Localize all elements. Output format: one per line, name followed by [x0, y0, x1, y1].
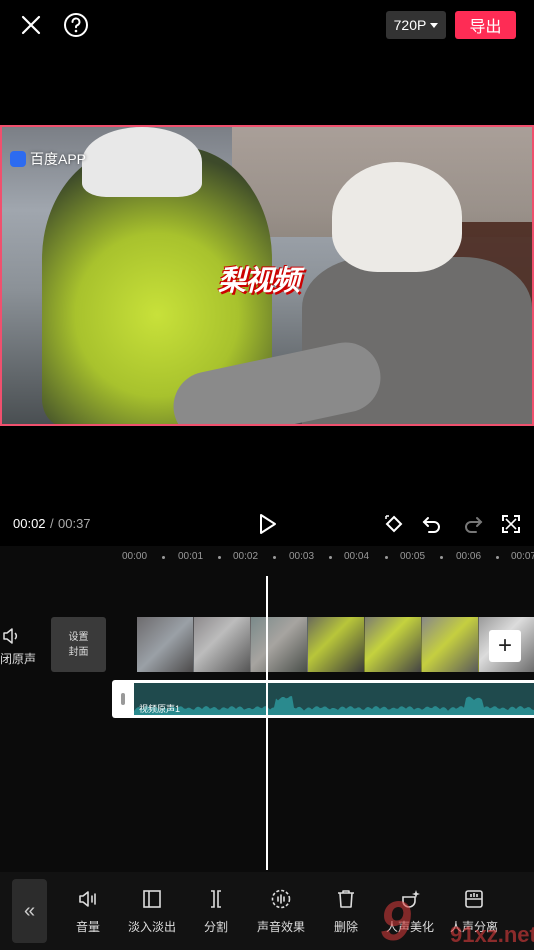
time-ruler[interactable]: 00:00 00:01 00:02 00:03 00:04 00:05 00:0…: [0, 546, 534, 570]
ruler-tick: 00:00: [122, 551, 148, 562]
tool-label: 删除: [333, 920, 358, 934]
ruler-dot: [273, 556, 276, 559]
cover-label-line1: 设置: [68, 631, 89, 643]
tool-label: 音量: [75, 920, 100, 934]
tool-sound-effect[interactable]: 声音效果: [252, 888, 310, 938]
tool-label: 声音效果: [256, 920, 305, 934]
ruler-dot: [496, 556, 499, 559]
bottom-toolbar: « 音量 淡入淡出 分割 声音效果 删除 人声美化 人声分离: [0, 872, 534, 950]
help-icon[interactable]: [63, 12, 89, 38]
set-cover-button[interactable]: 设置 封面: [51, 617, 106, 672]
video-thumbnail: [194, 617, 251, 672]
top-bar: 720P 导出: [0, 0, 534, 52]
export-button[interactable]: 导出: [455, 11, 516, 39]
resolution-dropdown[interactable]: 720P: [386, 11, 446, 39]
ruler-dot: [385, 556, 388, 559]
ruler-dot: [162, 556, 165, 559]
video-track[interactable]: [137, 617, 534, 672]
audio-trim-handle[interactable]: [121, 693, 125, 705]
voice-separate-icon: [465, 890, 483, 908]
volume-icon: [79, 891, 96, 907]
redo-icon[interactable]: [462, 513, 484, 535]
video-preview[interactable]: 百度APP 梨视频: [0, 125, 534, 426]
collapse-button[interactable]: «: [12, 879, 47, 943]
ruler-dot: [329, 556, 332, 559]
baidu-watermark: 百度APP: [10, 149, 86, 169]
ruler-tick: 00:05: [400, 551, 426, 562]
time-separator: /: [50, 516, 54, 531]
tool-voice-separate[interactable]: 人声分离: [445, 888, 503, 938]
audio-waveform: [134, 696, 534, 715]
total-time: 00:37: [58, 516, 91, 531]
fullscreen-icon[interactable]: [500, 513, 522, 535]
video-thumbnail: [137, 617, 194, 672]
tool-delete[interactable]: 删除: [317, 888, 375, 938]
cover-label-line2: 封面: [68, 646, 89, 658]
video-thumbnail: [308, 617, 365, 672]
ruler-dot: [218, 556, 221, 559]
baidu-watermark-text: 百度APP: [30, 151, 87, 167]
video-thumbnail: [422, 617, 479, 672]
tool-label: 分割: [203, 920, 228, 934]
playhead[interactable]: [266, 576, 268, 870]
tool-volume[interactable]: 音量: [59, 888, 117, 938]
ruler-tick: 00:03: [289, 551, 315, 562]
ruler-tick: 00:04: [344, 551, 370, 562]
tool-label: 淡入淡出: [127, 920, 176, 934]
mute-original-label[interactable]: 闭原声: [0, 650, 36, 667]
ruler-tick: 00:06: [456, 551, 482, 562]
ruler-dot: [440, 556, 443, 559]
voice-beautify-icon: [402, 890, 420, 908]
pear-video-watermark: 梨视频: [218, 265, 300, 296]
playback-bar: 00:02 / 00:37: [0, 508, 534, 540]
audio-clip-label: 视频原声1: [139, 704, 181, 714]
resolution-value: 720P: [393, 17, 427, 33]
baidu-logo-icon: [10, 151, 26, 167]
dropdown-arrow-icon: [430, 22, 439, 28]
ruler-tick: 00:07: [511, 551, 534, 562]
sound-effect-icon: [271, 889, 291, 909]
audio-clip[interactable]: 视频原声1: [134, 683, 534, 715]
video-thumbnail: [365, 617, 422, 672]
undo-icon[interactable]: [421, 513, 443, 535]
fade-icon: [143, 890, 161, 908]
delete-icon: [338, 890, 354, 908]
add-clip-button[interactable]: +: [489, 630, 521, 662]
tool-label: 人声分离: [449, 920, 498, 934]
tool-fade[interactable]: 淡入淡出: [123, 888, 181, 938]
play-icon[interactable]: [258, 513, 278, 535]
audio-track[interactable]: 视频原声1: [112, 680, 534, 718]
preview-helmet: [82, 127, 202, 197]
ruler-tick: 00:02: [233, 551, 259, 562]
split-icon: [211, 890, 221, 908]
tool-voice-beautify[interactable]: 人声美化: [381, 888, 439, 938]
preview-helmet-white: [332, 162, 462, 272]
ruler-tick: 00:01: [178, 551, 204, 562]
close-icon[interactable]: [18, 12, 44, 38]
video-thumbnail: [251, 617, 308, 672]
current-time: 00:02: [13, 516, 46, 531]
keyframe-icon[interactable]: [383, 513, 405, 535]
tool-split[interactable]: 分割: [187, 888, 245, 938]
mute-original-icon[interactable]: [2, 627, 20, 645]
tool-label: 人声美化: [385, 920, 434, 934]
